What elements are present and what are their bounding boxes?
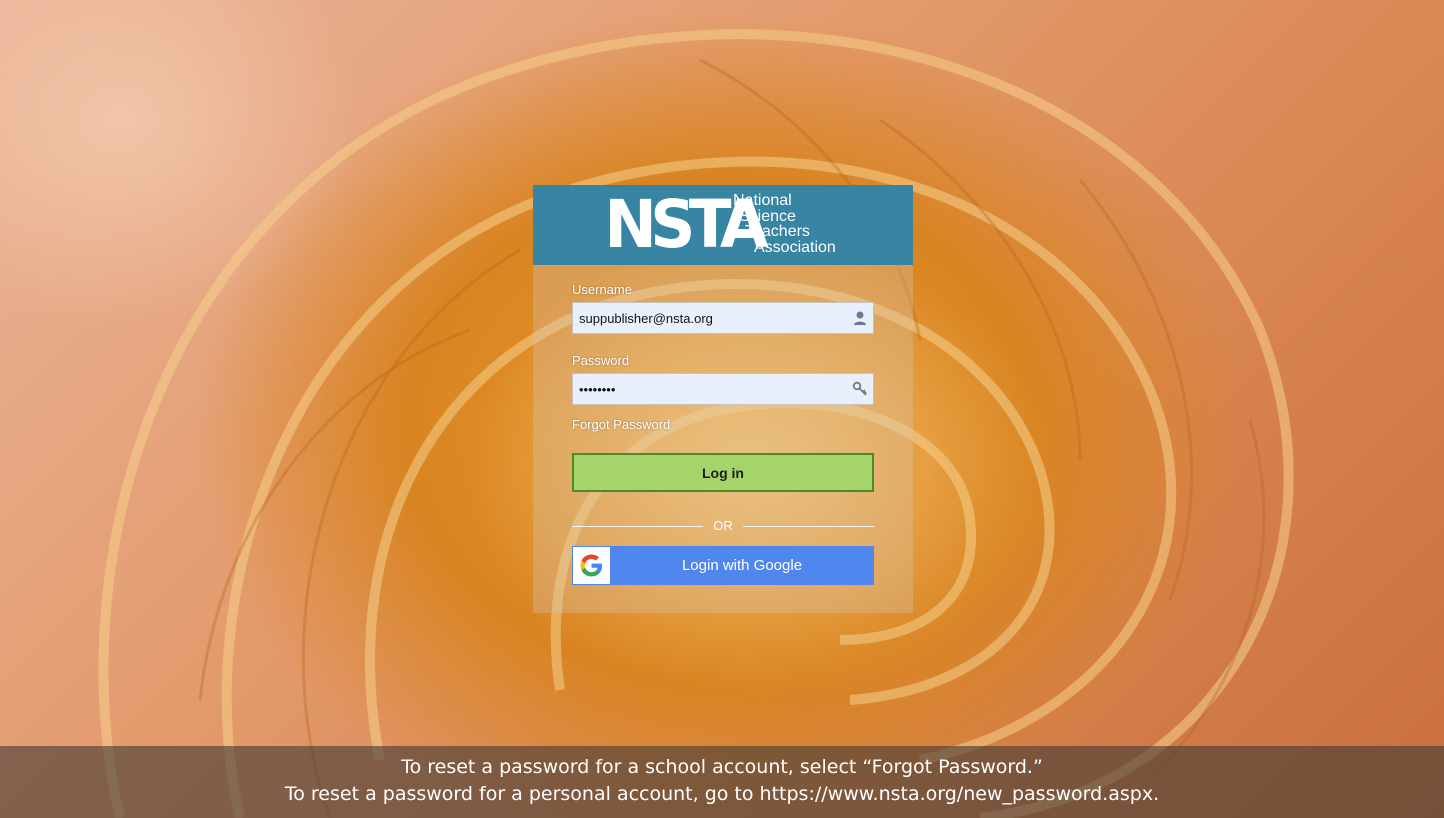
password-label: Password — [572, 353, 630, 368]
logo-word: Teachers — [745, 223, 810, 240]
logo-word: Association — [754, 238, 836, 256]
nsta-logo-mark: NSTA — [604, 186, 768, 263]
nsta-logo-text: National Science Teachers Association — [733, 193, 863, 255]
username-field-wrap — [572, 302, 874, 334]
login-panel: NSTA National Science Teachers Associati… — [533, 185, 913, 613]
reset-instructions-banner: To reset a password for a school account… — [0, 746, 1444, 818]
or-text: OR — [713, 518, 733, 533]
forgot-password-link[interactable]: Forgot Password — [572, 417, 670, 432]
google-g-icon — [573, 547, 610, 584]
reset-school-instruction: To reset a password for a school account… — [401, 756, 1043, 778]
username-label: Username — [572, 282, 632, 297]
password-field-wrap — [572, 373, 874, 405]
google-login-button[interactable]: Login with Google — [572, 546, 874, 585]
google-login-label: Login with Google — [681, 557, 803, 574]
username-input[interactable] — [573, 303, 851, 333]
password-input[interactable] — [573, 374, 851, 404]
logo-word: Science — [739, 207, 796, 225]
user-icon — [852, 310, 868, 326]
logo-word: National — [733, 192, 792, 209]
login-button[interactable]: Log in — [572, 453, 874, 492]
reset-personal-instruction: To reset a password for a personal accou… — [284, 783, 1160, 805]
logo-header: NSTA National Science Teachers Associati… — [533, 185, 913, 265]
key-icon — [852, 381, 868, 397]
or-divider: OR — [572, 518, 874, 534]
